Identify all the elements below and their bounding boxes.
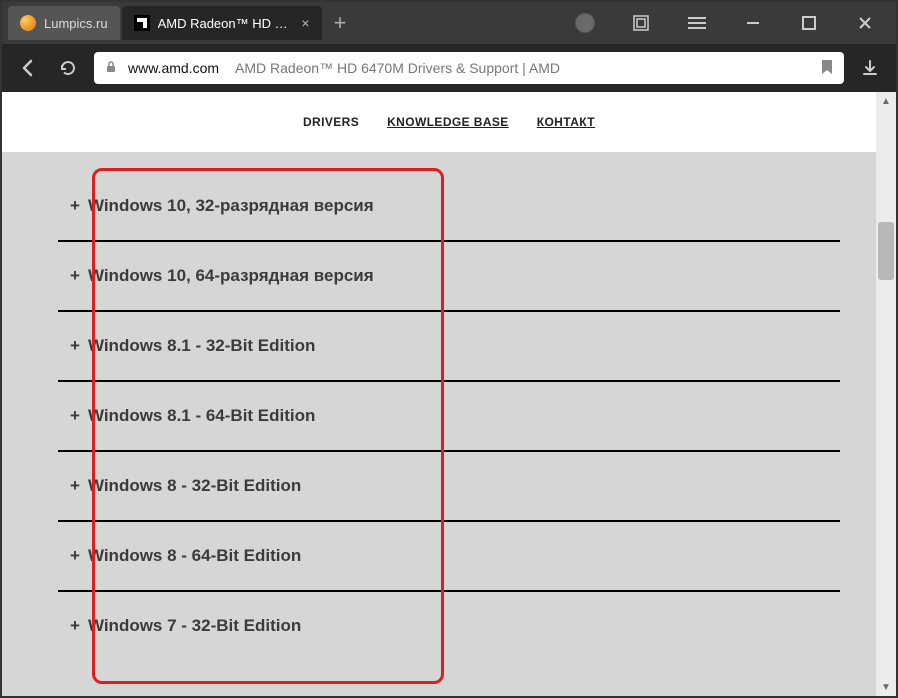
browser-chrome: Lumpics.ru AMD Radeon™ HD 6470 × + [2, 2, 896, 92]
tab-title: Lumpics.ru [44, 16, 108, 31]
tab-lumpics[interactable]: Lumpics.ru [8, 6, 120, 40]
os-label: Windows 8 - 32-Bit Edition [88, 476, 301, 496]
close-icon[interactable]: × [301, 15, 309, 31]
os-label: Windows 10, 32-разрядная версия [88, 196, 374, 216]
url-domain: www.amd.com [128, 60, 219, 76]
window-close-button[interactable] [850, 8, 880, 38]
hamburger-icon [688, 16, 706, 30]
download-icon [861, 59, 879, 77]
expand-icon: + [70, 476, 80, 496]
scrollbar-thumb[interactable] [878, 222, 894, 280]
scroll-down-icon[interactable]: ▼ [876, 678, 896, 696]
page-viewport: DRIVERS KNOWLEDGE BASE КОНТАКТ + Windows … [2, 92, 896, 696]
os-label: Windows 8.1 - 64-Bit Edition [88, 406, 315, 426]
expand-icon: + [70, 336, 80, 356]
reload-icon [59, 59, 77, 77]
os-label: Windows 10, 64-разрядная версия [88, 266, 374, 286]
os-item[interactable]: + Windows 10, 64-разрядная версия [58, 242, 840, 312]
tab-amd[interactable]: AMD Radeon™ HD 6470 × [122, 6, 322, 40]
os-item[interactable]: + Windows 8 - 64-Bit Edition [58, 522, 840, 592]
drivers-content: + Windows 10, 32-разрядная версия + Window… [2, 152, 896, 660]
scroll-up-icon[interactable]: ▲ [876, 92, 896, 110]
nav-knowledge-base[interactable]: KNOWLEDGE BASE [387, 115, 509, 129]
profile-button[interactable] [570, 8, 600, 38]
tab-title: AMD Radeon™ HD 6470 [158, 16, 292, 31]
nav-contact[interactable]: КОНТАКТ [537, 115, 595, 129]
minimize-button[interactable] [738, 8, 768, 38]
url-title: AMD Radeon™ HD 6470M Drivers & Support |… [235, 60, 810, 76]
os-item[interactable]: + Windows 7 - 32-Bit Edition [58, 592, 840, 660]
extensions-icon [632, 14, 650, 32]
os-item[interactable]: + Windows 10, 32-разрядная версия [58, 172, 840, 242]
page-nav: DRIVERS KNOWLEDGE BASE КОНТАКТ [2, 92, 896, 152]
os-label: Windows 8 - 64-Bit Edition [88, 546, 301, 566]
os-accordion: + Windows 10, 32-разрядная версия + Window… [58, 172, 840, 660]
os-label: Windows 7 - 32-Bit Edition [88, 616, 301, 636]
menu-button[interactable] [682, 8, 712, 38]
bookmark-icon[interactable] [820, 59, 834, 78]
new-tab-button[interactable]: + [324, 10, 357, 36]
minimize-icon [746, 16, 760, 30]
page-scrollbar[interactable]: ▲ ▼ [876, 92, 896, 696]
expand-icon: + [70, 406, 80, 426]
url-bar[interactable]: www.amd.com AMD Radeon™ HD 6470M Drivers… [94, 52, 844, 84]
os-item[interactable]: + Windows 8 - 32-Bit Edition [58, 452, 840, 522]
arrow-left-icon [18, 58, 38, 78]
expand-icon: + [70, 196, 80, 216]
expand-icon: + [70, 616, 80, 636]
favicon-lumpics-icon [20, 15, 36, 31]
nav-drivers[interactable]: DRIVERS [303, 115, 359, 129]
os-item[interactable]: + Windows 8.1 - 64-Bit Edition [58, 382, 840, 452]
expand-icon: + [70, 546, 80, 566]
maximize-icon [802, 16, 816, 30]
maximize-button[interactable] [794, 8, 824, 38]
expand-icon: + [70, 266, 80, 286]
extensions-button[interactable] [626, 8, 656, 38]
downloads-button[interactable] [856, 54, 884, 82]
os-item[interactable]: + Windows 8.1 - 32-Bit Edition [58, 312, 840, 382]
os-label: Windows 8.1 - 32-Bit Edition [88, 336, 315, 356]
back-button[interactable] [14, 54, 42, 82]
lock-icon [104, 60, 118, 77]
profile-icon [575, 13, 595, 33]
tab-strip: Lumpics.ru AMD Radeon™ HD 6470 × + [2, 2, 896, 44]
reload-button[interactable] [54, 54, 82, 82]
close-icon [858, 16, 872, 30]
url-bar-row: www.amd.com AMD Radeon™ HD 6470M Drivers… [2, 44, 896, 92]
favicon-amd-icon [134, 15, 150, 31]
